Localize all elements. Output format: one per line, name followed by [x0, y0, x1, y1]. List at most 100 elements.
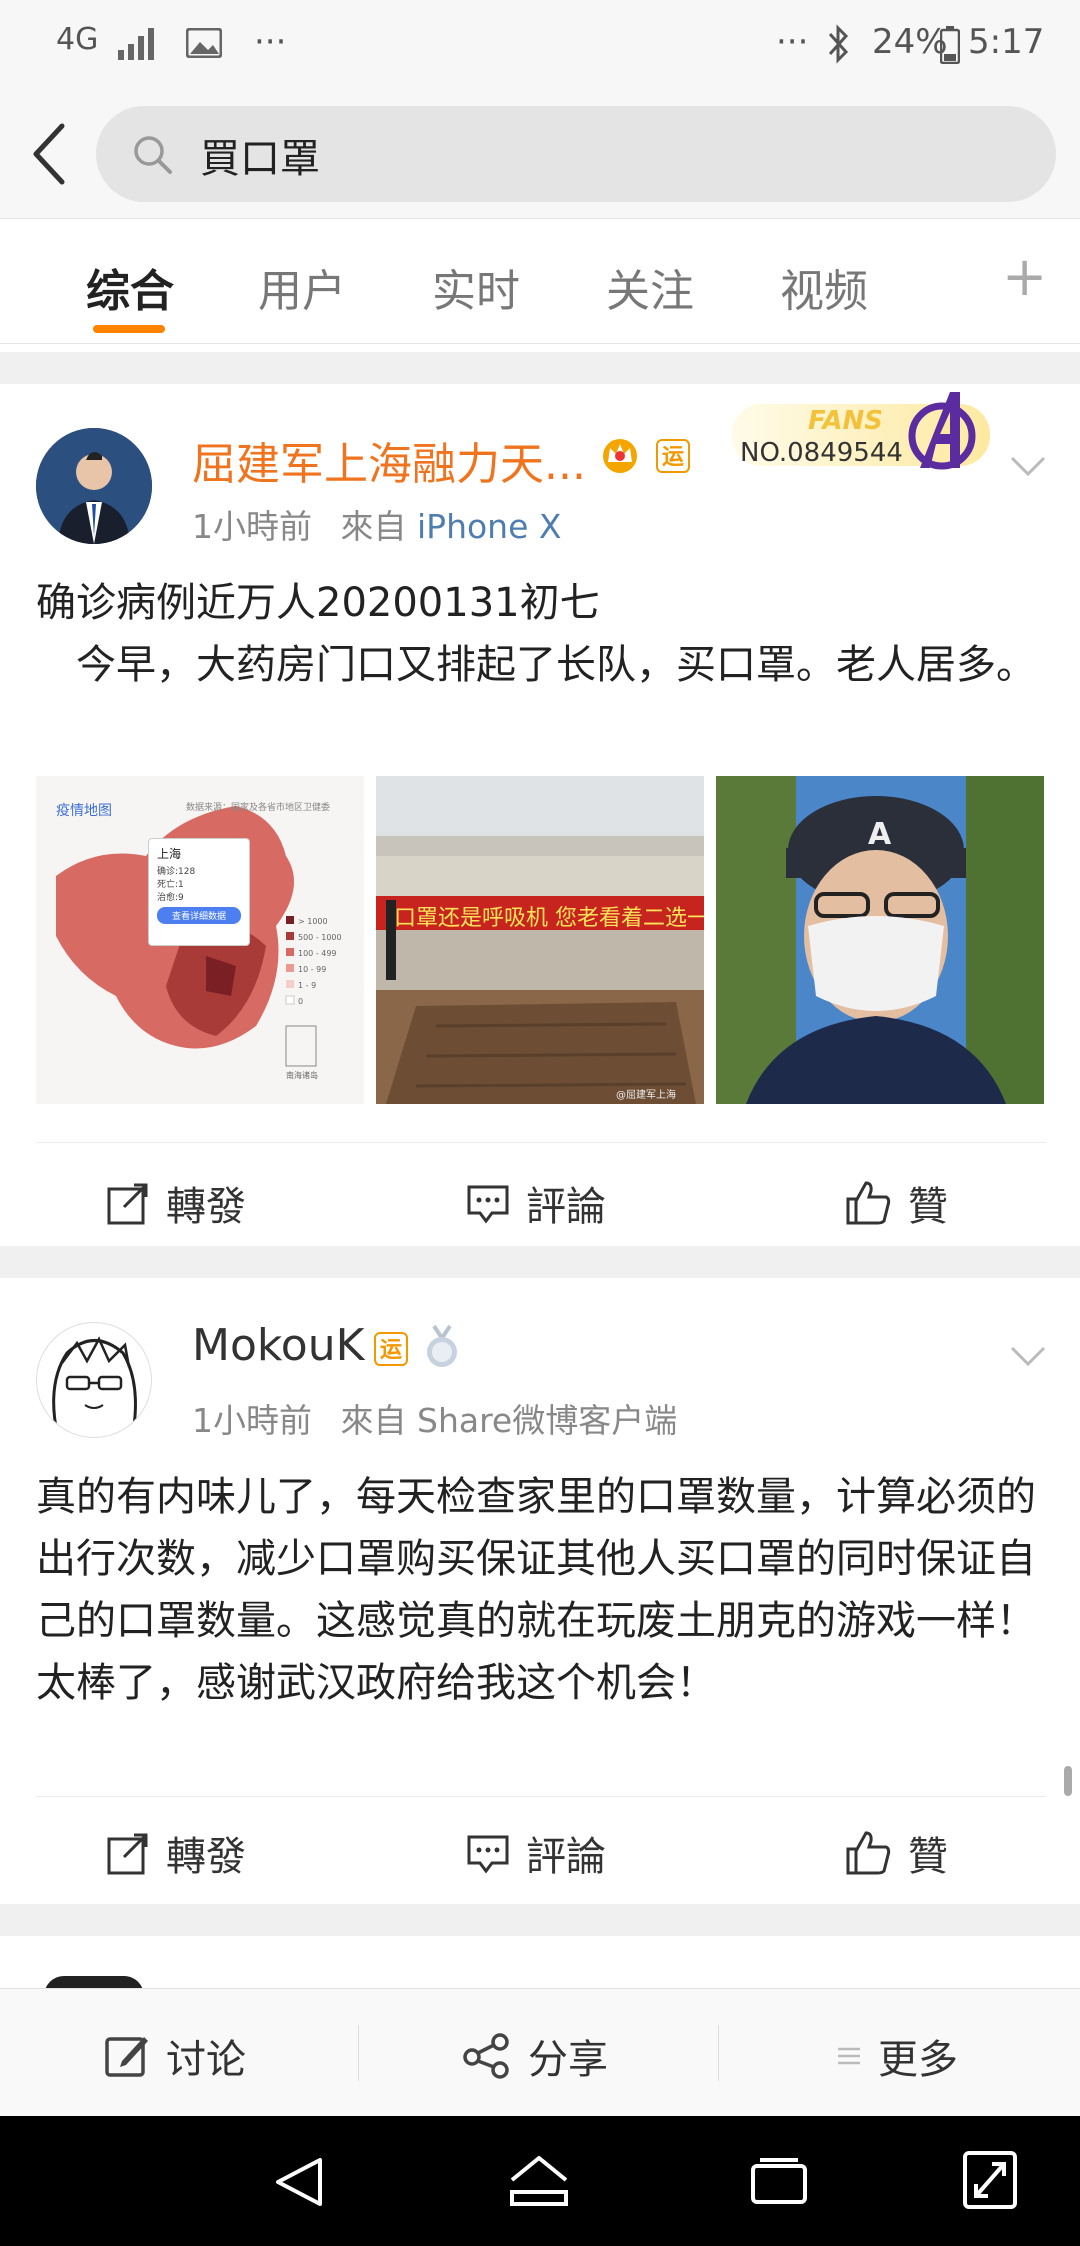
like-button[interactable]: 贊 — [844, 1174, 948, 1232]
avatar[interactable] — [36, 1322, 152, 1438]
post-time: 1小時前 — [192, 507, 312, 546]
clock: 5:17 — [968, 22, 1045, 62]
tab-users[interactable]: 用户 — [258, 255, 346, 319]
post-image-queue[interactable]: 口罩还是呼吸机 您老看着二选一 @屈建军上海 — [376, 776, 704, 1104]
legend-item: 0 — [298, 997, 304, 1006]
comment-label: 評論 — [526, 1834, 606, 1880]
menu-lines-icon — [838, 2047, 860, 2065]
repost-button[interactable]: 轉發 — [106, 1824, 246, 1882]
bluetooth-icon — [828, 24, 849, 64]
chevron-down-icon[interactable] — [1008, 1336, 1048, 1376]
fans-number: NO.0849544 — [740, 438, 903, 468]
like-label: 贊 — [908, 1834, 948, 1880]
repost-button[interactable]: 轉發 — [106, 1174, 246, 1232]
active-tab-indicator — [93, 325, 165, 333]
post-image-selfie[interactable]: A — [716, 776, 1044, 1104]
legend-item: > 1000 — [298, 917, 328, 926]
home-nav-icon[interactable] — [508, 2152, 570, 2208]
search-input[interactable]: 買口罩 — [96, 106, 1056, 202]
edit-icon — [105, 2037, 148, 2077]
legend-item: 100 - 499 — [298, 949, 337, 958]
post-text[interactable]: 确诊病例近万人20200131初七 今早，大药房门口又排起了长队，买口罩。老人居… — [36, 572, 1046, 696]
legend-item: 10 - 99 — [298, 965, 327, 974]
search-query: 買口罩 — [200, 136, 320, 182]
system-nav-bar — [0, 2116, 1080, 2246]
separator — [0, 1904, 1080, 1936]
post-from-label: 來自 — [340, 1401, 407, 1440]
post-text[interactable]: 真的有内味儿了，每天检查家里的口罩数量，计算必须的出行次数，减少口罩购买保证其他… — [36, 1466, 1046, 1714]
medal-icon — [427, 1324, 457, 1367]
repost-icon — [107, 1833, 148, 1875]
island-label: 南海诸岛 — [286, 1071, 318, 1080]
post-card: MokouK 运 1小時前 來自 Share微博客户端 真的有内味儿了，每天检查… — [0, 1278, 1080, 1904]
share-button[interactable]: 分享 — [462, 2027, 608, 2085]
post-source[interactable]: iPhone X — [417, 507, 562, 546]
thumbs-up-icon — [846, 1831, 891, 1875]
post-author[interactable]: MokouK — [192, 1320, 364, 1371]
tab-comprehensive[interactable]: 综合 — [86, 255, 174, 319]
chevron-down-icon[interactable] — [1008, 446, 1048, 486]
like-label: 贊 — [908, 1184, 948, 1230]
post-time: 1小時前 — [192, 1401, 312, 1440]
lucky-badge-icon: 运 — [374, 1332, 408, 1366]
post-card: 屈建军上海融力天... 运 FANS NO.0849544 1小時前 來自 iP… — [0, 384, 1080, 1246]
avatar-portrait — [36, 428, 152, 544]
comment-label: 評論 — [526, 1184, 606, 1230]
map-legend: > 1000 500 - 1000 100 - 499 10 - 99 1 - … — [298, 914, 342, 1010]
post-image-map[interactable]: 疫情地图 数据来源：国家及各省市地区卫健委 上海 确诊:128 死亡:1 治愈:… — [36, 776, 364, 1104]
back-arrow-icon[interactable] — [28, 122, 68, 186]
repost-label: 轉發 — [166, 1184, 246, 1230]
thumbs-up-icon — [846, 1181, 891, 1225]
tab-following[interactable]: 关注 — [606, 255, 694, 319]
post-author[interactable]: 屈建军上海融力天... — [192, 428, 586, 492]
discuss-label: 讨论 — [166, 2037, 246, 2083]
divider — [36, 1796, 1046, 1797]
avatar[interactable] — [36, 428, 152, 544]
comment-button[interactable]: 評論 — [466, 1174, 606, 1232]
divider — [36, 1142, 1046, 1143]
tab-video[interactable]: 视频 — [780, 255, 868, 319]
street-photo — [376, 776, 704, 1104]
map-source: 数据来源：国家及各省市地区卫健委 — [186, 803, 331, 813]
bottom-action-bar: 讨论 分享 更多 — [0, 1988, 1080, 2117]
post-meta: 1小時前 來自 iPhone X — [192, 500, 562, 548]
tab-realtime[interactable]: 实时 — [432, 255, 520, 319]
avengers-logo-icon — [908, 392, 976, 470]
more-button[interactable]: 更多 — [836, 2027, 958, 2085]
popup-deaths: 死亡:1 — [157, 880, 184, 890]
popup-detail-button: 查看详细数据 — [157, 907, 241, 924]
status-bar: 4G ··· ··· 24% 5:17 — [0, 0, 1080, 92]
network-indicator: 4G — [56, 22, 99, 57]
divider — [718, 2025, 719, 2081]
map-popup: 上海 确诊:128 死亡:1 治愈:9 查看详细数据 — [148, 838, 250, 946]
recents-nav-icon[interactable] — [750, 2158, 808, 2206]
map-title: 疫情地图 — [56, 803, 112, 819]
vip-crown-icon — [603, 439, 637, 473]
signal-icon — [118, 28, 154, 60]
svg-text:A: A — [868, 817, 892, 852]
battery-icon — [940, 26, 960, 64]
tab-add-button[interactable]: + — [1002, 245, 1047, 308]
divider — [358, 2025, 359, 2081]
image-watermark: @屈建军上海 — [616, 1090, 676, 1101]
search-header: 買口罩 — [0, 92, 1080, 218]
post-from-label: 來自 — [340, 507, 407, 546]
comment-button[interactable]: 評論 — [466, 1824, 606, 1882]
comment-icon — [467, 1835, 509, 1874]
back-nav-icon[interactable] — [272, 2154, 328, 2210]
legend-item: 500 - 1000 — [298, 933, 342, 942]
more-label: 更多 — [878, 2037, 958, 2083]
lucky-badge-icon: 运 — [656, 439, 690, 473]
battery-percent: 24% — [872, 22, 948, 62]
post-source[interactable]: Share微博客户端 — [417, 1401, 677, 1440]
expand-nav-icon[interactable] — [962, 2150, 1018, 2210]
gallery-icon — [186, 28, 222, 58]
scrollbar[interactable] — [1064, 1766, 1072, 1796]
like-button[interactable]: 贊 — [844, 1824, 948, 1882]
status-more-left: ··· — [254, 22, 287, 62]
tab-bar: 综合 用户 实时 关注 视频 + — [0, 218, 1080, 344]
repost-icon — [107, 1183, 148, 1225]
repost-label: 轉發 — [166, 1834, 246, 1880]
discuss-button[interactable]: 讨论 — [104, 2027, 246, 2085]
legend-item: 1 - 9 — [298, 981, 317, 990]
